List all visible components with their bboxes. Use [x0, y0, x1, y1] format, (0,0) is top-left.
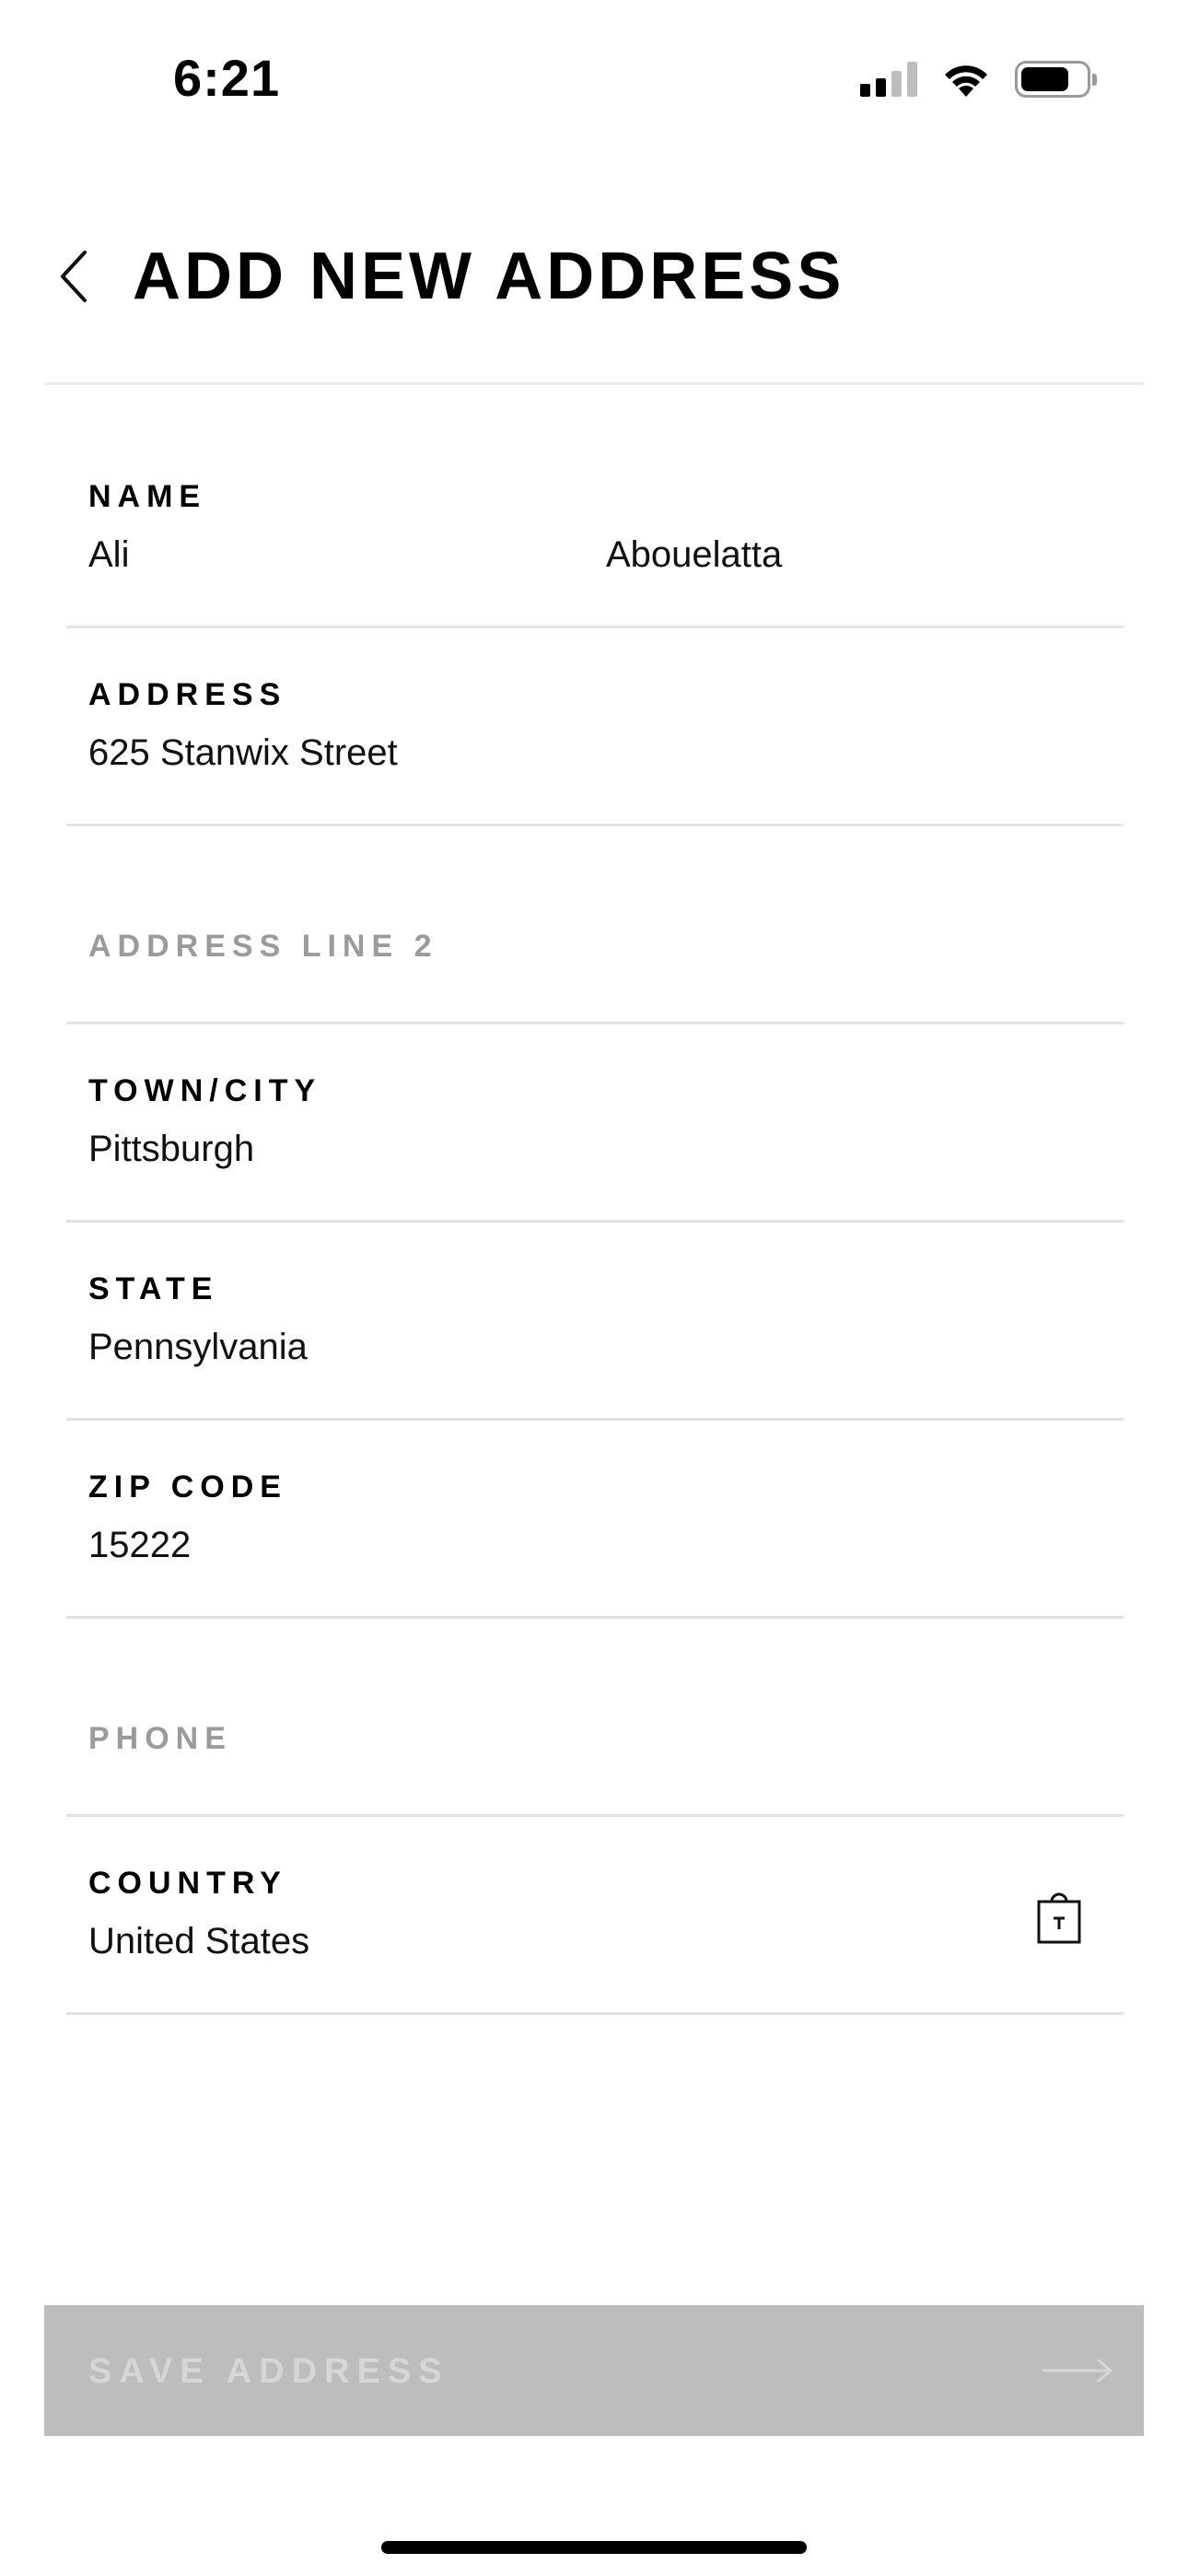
state-field[interactable]: STATE Pennsylvania [66, 1223, 1124, 1421]
battery-level [1021, 67, 1068, 91]
address-line-2-field[interactable]: ADDRESS LINE 2 [66, 826, 1124, 1025]
name-field[interactable]: NAME Ali Abouelatta [66, 430, 1124, 628]
phone-placeholder: PHONE [88, 1721, 232, 1756]
address-input[interactable]: 625 Stanwix Street [88, 730, 398, 776]
chevron-left-icon [61, 251, 87, 302]
page-title: ADD NEW ADDRESS [133, 240, 845, 313]
cellular-signal-icon [860, 62, 917, 97]
address-field[interactable]: ADDRESS 625 Stanwix Street [66, 628, 1124, 826]
arrow-right-icon [1042, 2358, 1113, 2383]
status-bar: 6:21 [0, 0, 1188, 157]
back-button[interactable] [46, 240, 101, 313]
state-input[interactable]: Pennsylvania [88, 1324, 308, 1370]
shopping-bag-icon[interactable] [1035, 1889, 1083, 1948]
battery-icon [1015, 61, 1097, 98]
country-field[interactable]: COUNTRY United States [66, 1817, 1124, 2015]
wifi-icon [945, 65, 987, 97]
address-label: ADDRESS [88, 677, 287, 712]
save-address-label: SAVE ADDRESS [88, 2352, 449, 2391]
name-label: NAME [88, 479, 207, 514]
phone-field[interactable]: PHONE [66, 1619, 1124, 1817]
header-divider [44, 382, 1144, 385]
zip-code-input[interactable]: 15222 [88, 1522, 191, 1568]
country-label: COUNTRY [88, 1866, 287, 1901]
town-city-field[interactable]: TOWN/CITY Pittsburgh [66, 1025, 1124, 1223]
save-address-button[interactable]: SAVE ADDRESS [44, 2305, 1144, 2436]
address-line-2-placeholder: ADDRESS LINE 2 [88, 929, 438, 964]
address-form: NAME Ali Abouelatta ADDRESS 625 Stanwix … [66, 430, 1124, 2015]
first-name-input[interactable]: Ali [88, 532, 129, 578]
header: ADD NEW ADDRESS [0, 203, 1188, 350]
status-time: 6:21 [173, 49, 281, 107]
town-city-label: TOWN/CITY [88, 1073, 322, 1108]
zip-code-label: ZIP CODE [88, 1469, 287, 1505]
home-indicator[interactable] [381, 2541, 807, 2554]
state-label: STATE [88, 1271, 219, 1306]
town-city-input[interactable]: Pittsburgh [88, 1126, 254, 1172]
country-value[interactable]: United States [88, 1918, 309, 1964]
zip-code-field[interactable]: ZIP CODE 15222 [66, 1421, 1124, 1619]
status-icons [860, 59, 1097, 100]
last-name-input[interactable]: Abouelatta [606, 532, 782, 578]
